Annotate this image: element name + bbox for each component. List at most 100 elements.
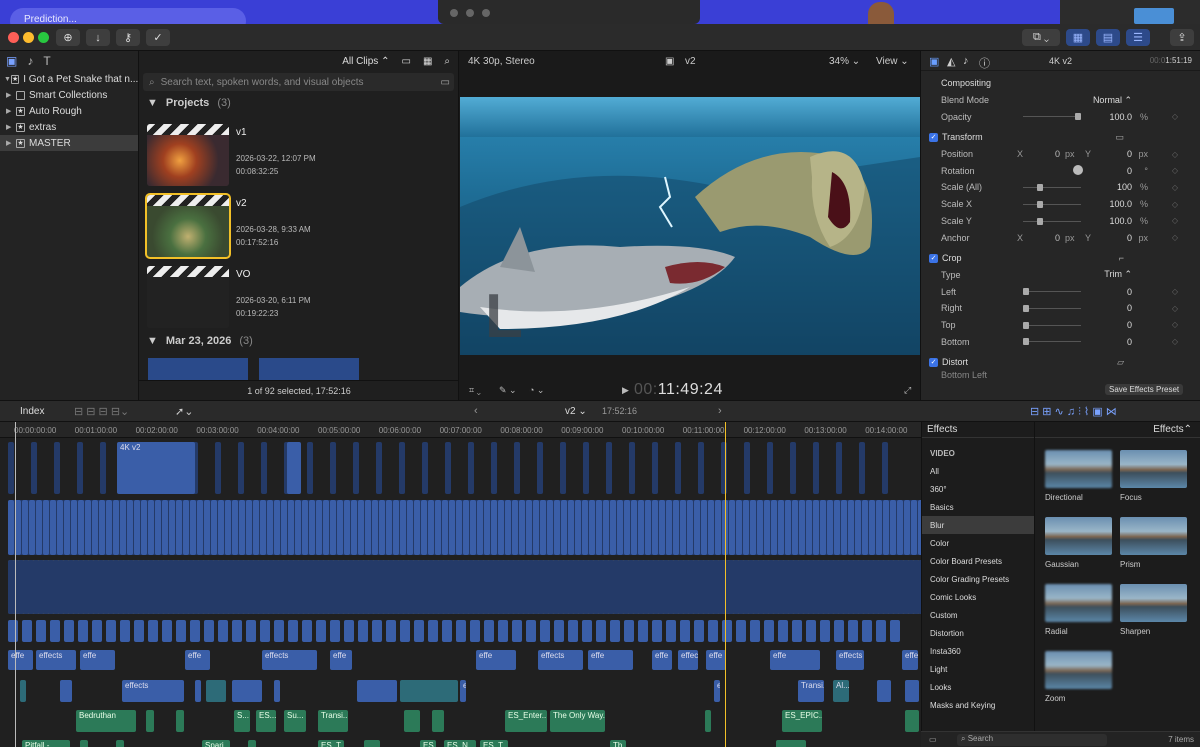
timeline-clip[interactable] bbox=[309, 500, 315, 555]
timeline-clip[interactable] bbox=[722, 620, 732, 642]
effects-category-blur[interactable]: Blur bbox=[922, 516, 1034, 534]
timeline-clip[interactable] bbox=[195, 680, 201, 702]
timeline-clip[interactable] bbox=[239, 500, 245, 555]
timeline-clip[interactable] bbox=[204, 500, 210, 555]
timeline-clip[interactable] bbox=[568, 500, 574, 555]
timeline-clip[interactable] bbox=[617, 500, 623, 555]
timeline-clip[interactable] bbox=[799, 500, 805, 555]
timeline-clip[interactable]: ES... bbox=[420, 740, 436, 747]
timeline-clip[interactable] bbox=[148, 500, 154, 555]
timeline-clip[interactable] bbox=[316, 500, 322, 555]
timeline-clip[interactable] bbox=[302, 620, 312, 642]
timeline-clip[interactable]: Spari... bbox=[202, 740, 230, 747]
timeline-clip[interactable] bbox=[287, 442, 301, 494]
timeline-clip[interactable] bbox=[449, 500, 455, 555]
timeline-clip[interactable] bbox=[890, 500, 896, 555]
effect-item-gaussian[interactable]: Gaussian bbox=[1045, 517, 1112, 569]
scale-all-row[interactable]: Scale (All) 100% ◇ bbox=[921, 179, 1200, 196]
timeline-clip[interactable] bbox=[484, 500, 490, 555]
zoom-window-button[interactable] bbox=[38, 32, 49, 43]
timeline-clip[interactable] bbox=[905, 710, 919, 732]
timeline-clip[interactable] bbox=[274, 680, 280, 702]
timeline-clip[interactable] bbox=[50, 620, 60, 642]
play-button[interactable]: ▶ bbox=[622, 385, 629, 396]
timeline-clip[interactable] bbox=[358, 620, 368, 642]
timeline-clip[interactable] bbox=[757, 500, 763, 555]
timeline-clip[interactable] bbox=[468, 442, 474, 494]
timeline-clip[interactable] bbox=[470, 620, 480, 642]
scale-all-slider[interactable] bbox=[1023, 184, 1081, 192]
select-tool-icon[interactable]: ➚⌄ bbox=[175, 405, 193, 418]
timeline-clip[interactable] bbox=[302, 500, 308, 555]
timeline-clip[interactable] bbox=[792, 620, 802, 642]
timeline-clip[interactable] bbox=[771, 500, 777, 555]
timeline-clip[interactable] bbox=[60, 680, 72, 702]
timeline-clip[interactable] bbox=[904, 500, 910, 555]
timeline-clip[interactable] bbox=[877, 680, 891, 702]
timeline-clip[interactable] bbox=[260, 620, 270, 642]
timeline-clip[interactable] bbox=[316, 620, 326, 642]
timeline-clip[interactable] bbox=[344, 620, 354, 642]
timeline-clip[interactable] bbox=[295, 500, 301, 555]
timeline-clip[interactable] bbox=[400, 680, 458, 702]
timeline-clip[interactable] bbox=[862, 500, 868, 555]
timeline-clip[interactable] bbox=[715, 500, 721, 555]
timeline-clip[interactable] bbox=[248, 740, 256, 747]
timeline-clip[interactable]: effe bbox=[588, 650, 633, 670]
timeline-clip[interactable]: effects bbox=[538, 650, 583, 670]
timeline-clip[interactable] bbox=[526, 620, 536, 642]
timeline-clip[interactable] bbox=[141, 500, 147, 555]
timeline-clip[interactable] bbox=[778, 500, 784, 555]
timeline-clip[interactable] bbox=[379, 500, 385, 555]
timeline-clip[interactable]: ES_T... bbox=[318, 740, 344, 747]
timeline-clip[interactable] bbox=[78, 500, 84, 555]
timeline-clip[interactable]: ES_EPIC... bbox=[782, 710, 822, 732]
timeline-clip[interactable] bbox=[778, 620, 788, 642]
timeline-clip[interactable] bbox=[701, 500, 707, 555]
timeline-clip[interactable] bbox=[537, 442, 543, 494]
timeline-clip[interactable] bbox=[675, 442, 681, 494]
timeline-clip[interactable] bbox=[215, 442, 221, 494]
timeline-clip[interactable] bbox=[190, 500, 196, 555]
timeline-clip[interactable] bbox=[624, 500, 630, 555]
timeline-clip[interactable] bbox=[767, 442, 773, 494]
timeline-clip[interactable]: effe bbox=[330, 650, 352, 670]
view-dropdown[interactable]: View ⌄ bbox=[876, 56, 909, 67]
project-thumbnail[interactable] bbox=[147, 266, 229, 328]
timeline-clip[interactable] bbox=[364, 740, 380, 747]
timeline-clip[interactable]: effe bbox=[652, 650, 672, 670]
effects-search-field[interactable]: ⌕ Search bbox=[957, 734, 1107, 746]
share-button[interactable]: ⇪ bbox=[1170, 29, 1194, 46]
timeline-clip[interactable] bbox=[337, 500, 343, 555]
color-inspector-icon[interactable]: ◭ bbox=[947, 55, 955, 68]
timeline-clip[interactable]: effe bbox=[8, 650, 33, 670]
zoom-dropdown[interactable]: 34% ⌄ bbox=[829, 56, 860, 67]
timeline-clip[interactable] bbox=[134, 620, 144, 642]
timeline-clip[interactable] bbox=[491, 500, 497, 555]
timeline-clip[interactable] bbox=[792, 500, 798, 555]
timeline-clip[interactable] bbox=[705, 710, 711, 732]
disclosure-icon[interactable]: ▼ bbox=[4, 76, 11, 83]
crop-type-row[interactable]: Type Trim ⌃ bbox=[921, 267, 1200, 284]
timeline-clip[interactable]: effe bbox=[902, 650, 918, 670]
crop-top-row[interactable]: Top 0 ◇ bbox=[921, 317, 1200, 334]
checkbox[interactable]: ✓ bbox=[929, 357, 938, 367]
timeline-clip[interactable] bbox=[519, 500, 525, 555]
effect-item-directional[interactable]: Directional bbox=[1045, 450, 1112, 502]
timeline-clip[interactable] bbox=[71, 500, 77, 555]
timeline-clip[interactable] bbox=[827, 500, 833, 555]
timeline-clip[interactable] bbox=[631, 500, 637, 555]
timeline-clip[interactable] bbox=[365, 500, 371, 555]
timeline-clip[interactable] bbox=[206, 680, 226, 702]
timeline-clip[interactable] bbox=[638, 500, 644, 555]
timeline-clip[interactable] bbox=[162, 500, 168, 555]
timeline-clip[interactable] bbox=[428, 620, 438, 642]
timeline-clip[interactable] bbox=[583, 442, 589, 494]
timeline-clip[interactable] bbox=[905, 680, 919, 702]
download-button[interactable]: ↓ bbox=[86, 29, 110, 46]
timeline-clip[interactable] bbox=[288, 500, 294, 555]
timeline-clip[interactable] bbox=[127, 500, 133, 555]
timeline-clip[interactable]: ES... bbox=[256, 710, 276, 732]
timeline-clip[interactable] bbox=[533, 500, 539, 555]
effects-category-360-[interactable]: 360° bbox=[922, 480, 1034, 498]
